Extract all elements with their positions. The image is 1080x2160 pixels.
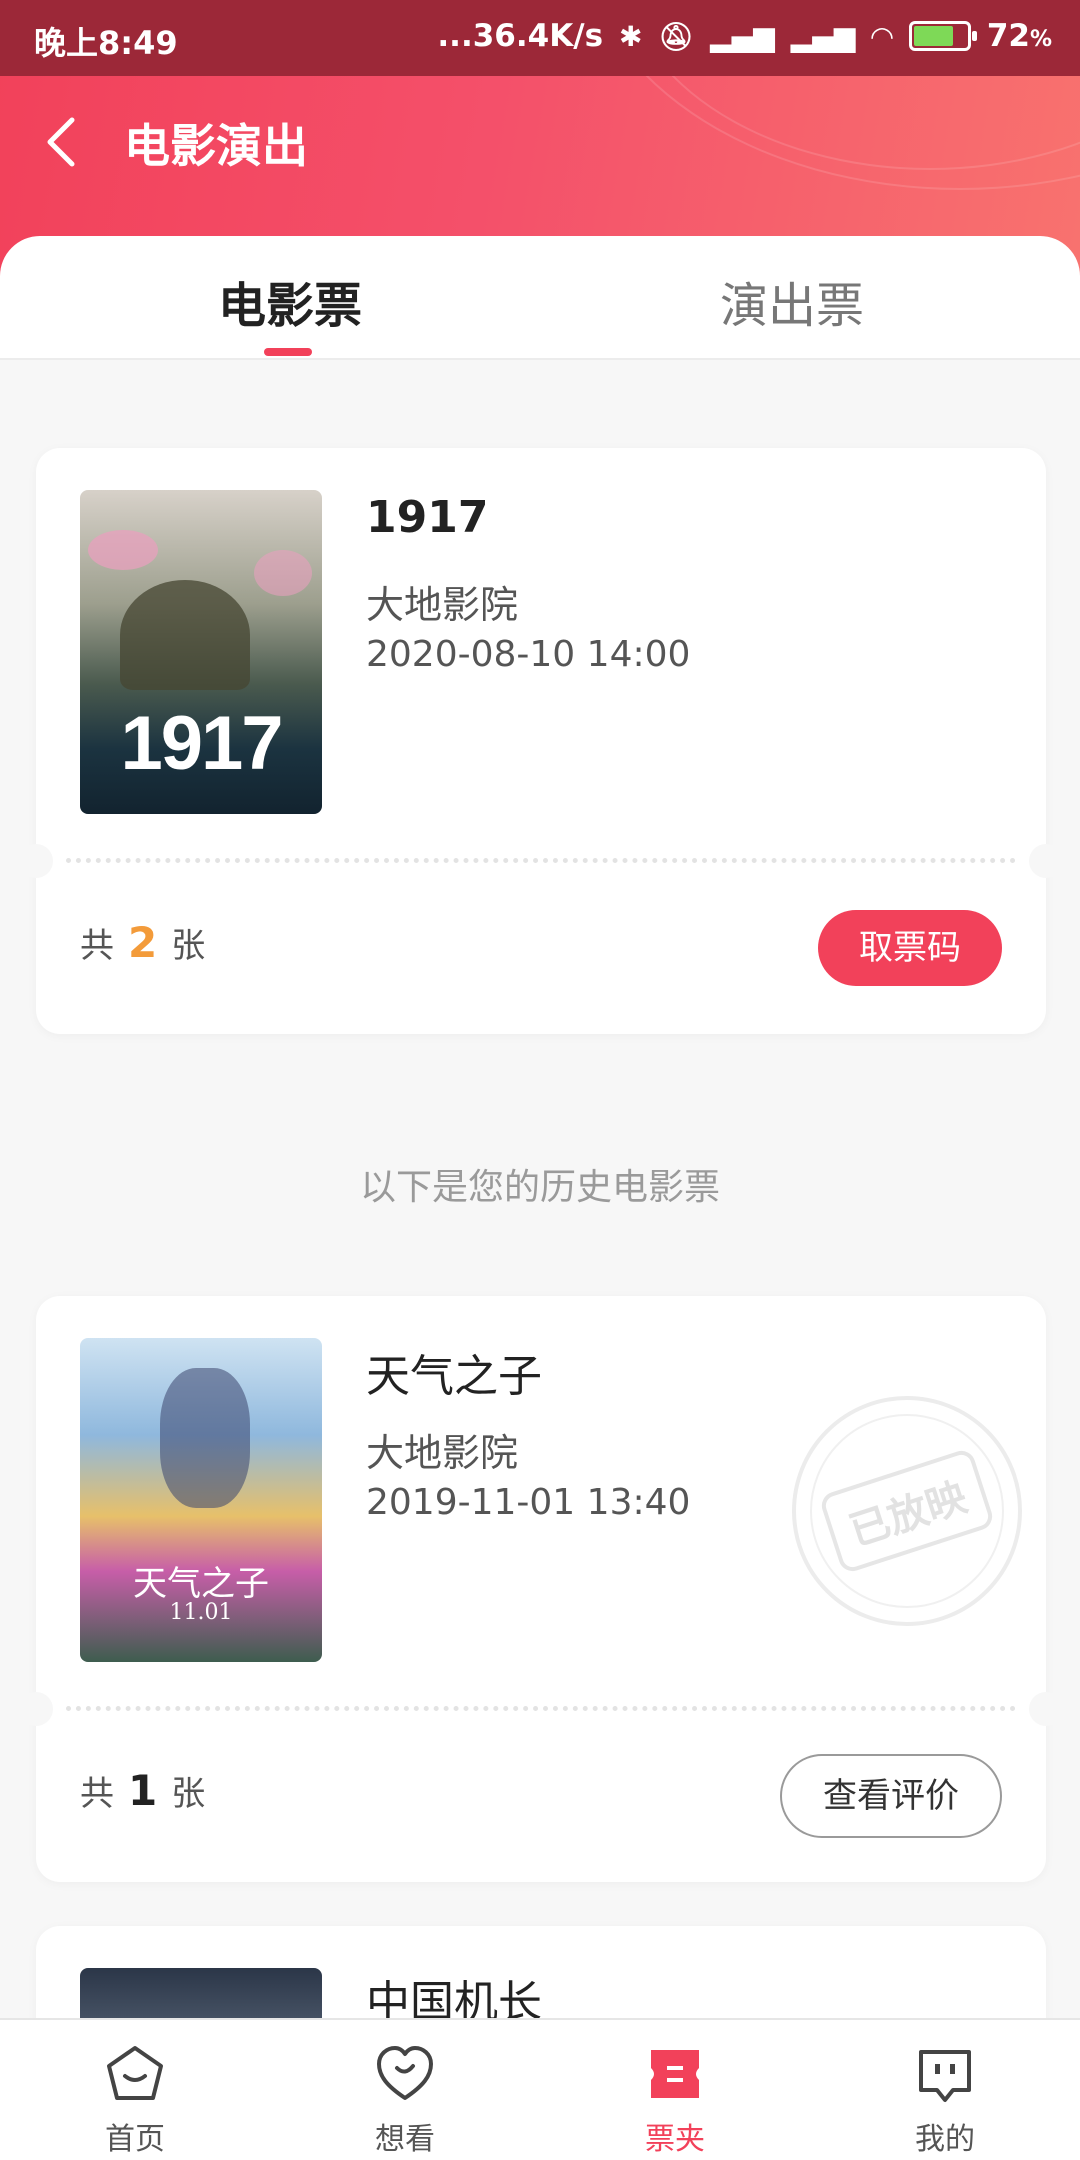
nav-label: 我的 <box>915 2122 975 2157</box>
status-bar: 晚上8:49 ...36.4K/s ✱ 🔕︎ ▂▄▆ ▂▄▆ ◠ 72% <box>0 0 1080 76</box>
chevron-left-icon[interactable] <box>40 112 84 172</box>
ticket-divider <box>66 1706 1016 1711</box>
cinema-name: 大地影院 <box>366 1431 519 1475</box>
nav-label: 想看 <box>375 2122 435 2157</box>
tab-bar: 电影票 演出票 <box>0 236 1080 360</box>
bottom-nav: 首页 想看 票夹 我的 <box>0 2018 1080 2160</box>
ticket-count-number: 1 <box>128 1766 158 1815</box>
nav-wishlist[interactable]: 想看 <box>270 2020 540 2160</box>
tab-movie-tickets[interactable]: 电影票 <box>218 266 362 336</box>
show-time: 2020-08-10 14:00 <box>366 634 691 675</box>
movie-title: 1917 <box>366 492 489 543</box>
stamp-text: 已放映 <box>818 1447 996 1575</box>
tab-show-tickets[interactable]: 演出票 <box>720 266 864 336</box>
wifi-icon: ◠ <box>871 19 893 53</box>
ticket-card[interactable]: 1917 1917 大地影院 2020-08-10 14:00 共 2 张 取票… <box>19 448 1063 1034</box>
nav-home[interactable]: 首页 <box>0 2020 270 2160</box>
battery-level: 72% <box>986 18 1052 54</box>
ticket-count: 共 1 张 <box>80 1766 206 1815</box>
screened-stamp: 已放映 <box>792 1396 1022 1626</box>
view-review-button[interactable]: 查看评价 <box>780 1754 1002 1838</box>
poster-title: 1917 <box>120 701 283 786</box>
profile-icon <box>919 2050 971 2102</box>
ticket-divider <box>66 858 1016 863</box>
nav-ticket-wallet[interactable]: 票夹 <box>540 2020 810 2160</box>
ticket-icon <box>651 2050 699 2098</box>
ticket-count-number: 2 <box>128 918 158 967</box>
page-title: 电影演出 <box>124 119 308 173</box>
mute-icon: 🔕︎ <box>658 19 695 53</box>
heart-icon <box>377 2046 433 2100</box>
poster-title: 天气之子 <box>133 1564 269 1604</box>
movie-title: 天气之子 <box>366 1351 542 1402</box>
ticket-count: 共 2 张 <box>80 918 206 967</box>
network-speed: ...36.4K/s <box>437 18 604 54</box>
bluetooth-icon: ✱ <box>619 19 643 53</box>
signal-hd-icon: ▂▄▆ <box>710 19 775 53</box>
battery-icon <box>908 21 977 51</box>
nav-label: 首页 <box>105 2122 165 2157</box>
movie-poster: 天气之子 11.01 <box>80 1338 322 1662</box>
history-hint: 以下是您的历史电影票 <box>359 1167 720 1208</box>
ticket-code-button[interactable]: 取票码 <box>818 910 1002 986</box>
signal-hd-icon: ▂▄▆ <box>790 19 856 53</box>
status-time: 晚上8:49 <box>34 24 178 62</box>
poster-date: 11.01 <box>169 1600 233 1625</box>
home-icon <box>107 2046 163 2100</box>
cinema-name: 大地影院 <box>366 583 519 627</box>
show-time: 2019-11-01 13:40 <box>366 1482 691 1523</box>
nav-label: 票夹 <box>645 2122 705 2157</box>
status-icons: ...36.4K/s ✱ 🔕︎ ▂▄▆ ▂▄▆ ◠ 72% <box>437 18 1052 54</box>
active-tab-indicator <box>264 348 312 356</box>
movie-poster: 1917 <box>80 490 322 814</box>
nav-profile[interactable]: 我的 <box>810 2020 1080 2160</box>
ticket-card[interactable]: 天气之子 11.01 天气之子 大地影院 2019-11-01 13:40 已放… <box>19 1296 1063 1882</box>
